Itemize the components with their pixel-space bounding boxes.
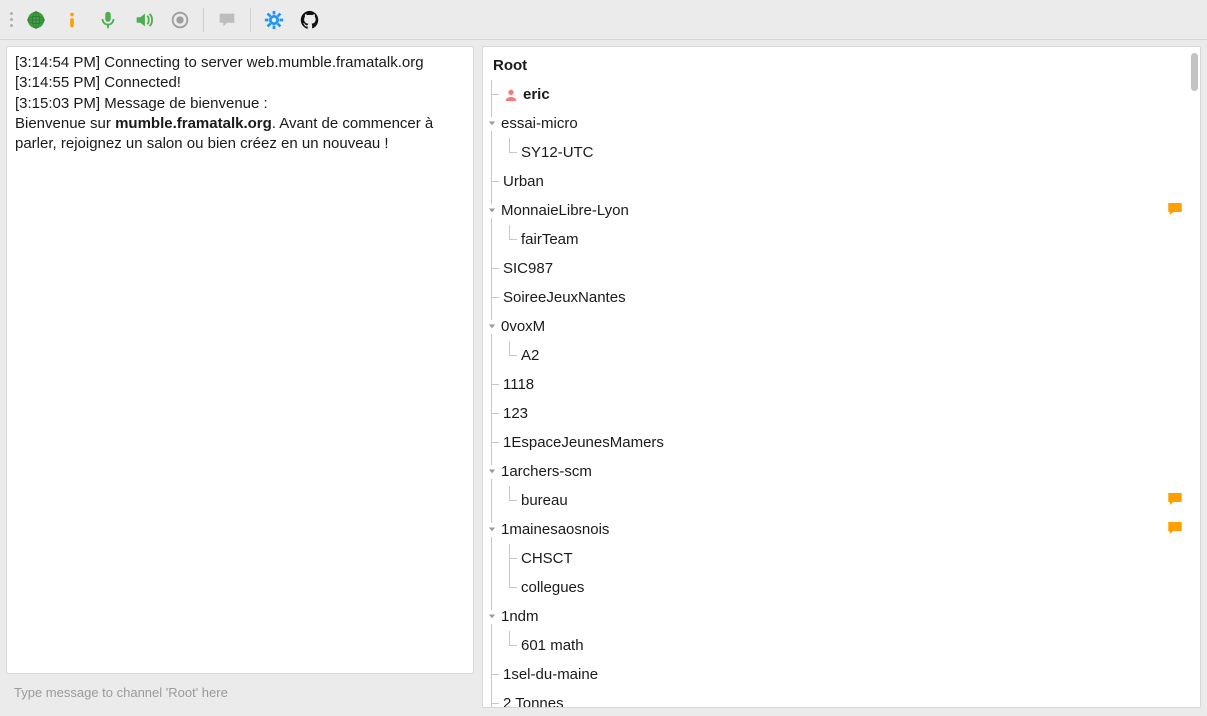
user-icon [503,87,519,103]
chat-icon[interactable] [210,3,244,37]
channel-name: A2 [521,347,1196,364]
welcome-message: Bienvenue sur mumble.framatalk.org. Avan… [15,114,465,155]
channel-tree[interactable]: Root eric essai-micro SY12-UTC Urban MonnaieL… [483,47,1200,707]
expand-arrow[interactable] [485,523,499,537]
github-icon[interactable] [293,3,327,37]
channel-name: 123 [503,405,1196,422]
tree-channel[interactable]: essai-micro [483,109,1196,138]
log-line: [3:15:03 PM] Message de bienvenue : [15,94,465,114]
expand-arrow[interactable] [485,204,499,218]
tree-channel[interactable]: 1ndm [483,602,1196,631]
tree-channel[interactable]: 2 Tonnes [483,689,1196,707]
channel-name: SoireeJeuxNantes [503,289,1196,306]
channel-name: essai-micro [501,115,1196,132]
message-input[interactable] [12,684,468,701]
expand-arrow[interactable] [485,117,499,131]
tree-channel[interactable]: 1archers-scm [483,457,1196,486]
toolbar-separator [250,8,251,32]
channel-root[interactable]: Root [483,51,1196,80]
channel-name: 1archers-scm [501,463,1196,480]
tree-user[interactable]: eric [483,80,1196,109]
tree-channel[interactable]: SIC987 [483,254,1196,283]
channel-name: fairTeam [521,231,1196,248]
expand-arrow[interactable] [485,465,499,479]
message-input-wrapper [6,680,474,708]
channel-name: CHSCT [521,550,1196,567]
info-icon[interactable] [55,3,89,37]
main-split: [3:14:54 PM] Connecting to server web.mu… [0,40,1207,716]
tree-channel[interactable]: A2 [483,341,1196,370]
expand-arrow[interactable] [485,320,499,334]
tree-channel[interactable]: 0voxM [483,312,1196,341]
log-timestamp: [3:14:55 PM] [15,74,100,91]
tree-channel[interactable]: 1sel-du-maine [483,660,1196,689]
channel-name: 1ndm [501,608,1196,625]
tree-channel[interactable]: 601 math [483,631,1196,660]
channel-name: Urban [503,173,1196,190]
channel-name: 2 Tonnes [503,695,1196,707]
channel-name: collegues [521,579,1196,596]
channel-name: SY12-UTC [521,144,1196,161]
record-icon[interactable] [163,3,197,37]
channel-name: 601 math [521,637,1196,654]
welcome-host: mumble.framatalk.org [115,115,272,132]
log-line: [3:14:54 PM] Connecting to server web.mu… [15,53,465,73]
log-text: Connecting to server web.mumble.framatal… [100,54,423,71]
log-timestamp: [3:15:03 PM] [15,95,100,112]
channel-name: 0voxM [501,318,1196,335]
channel-name: 1sel-du-maine [503,666,1196,683]
mic-icon[interactable] [91,3,125,37]
log-panel: [3:14:54 PM] Connecting to server web.mu… [6,46,474,674]
tree-channel[interactable]: CHSCT [483,544,1196,573]
tree-channel[interactable]: collegues [483,573,1196,602]
channel-panel: Root eric essai-micro SY12-UTC Urban MonnaieL… [482,46,1201,708]
comment-icon[interactable] [1166,490,1184,512]
toolbar-handle[interactable] [6,12,17,27]
welcome-pre: Bienvenue sur [15,115,115,132]
tree-channel[interactable]: SY12-UTC [483,138,1196,167]
tree-channel[interactable]: 1118 [483,370,1196,399]
speaker-icon[interactable] [127,3,161,37]
user-name: eric [523,86,1196,103]
log-line: [3:14:55 PM] Connected! [15,73,465,93]
left-column: [3:14:54 PM] Connecting to server web.mu… [6,46,474,708]
toolbar-separator [203,8,204,32]
tree-channel[interactable]: SoireeJeuxNantes [483,283,1196,312]
channel-name: 1118 [503,376,1196,393]
toolbar [0,0,1207,40]
comment-icon[interactable] [1166,200,1184,222]
channel-name: SIC987 [503,260,1196,277]
tree-channel[interactable]: 1EspaceJeunesMamers [483,428,1196,457]
channel-name: 1EspaceJeunesMamers [503,434,1196,451]
log-text: Connected! [100,74,181,91]
comment-icon[interactable] [1166,519,1184,541]
channel-name: MonnaieLibre-Lyon [501,202,1166,219]
log-text: Message de bienvenue : [100,95,268,112]
tree-channel[interactable]: Urban [483,167,1196,196]
expand-arrow[interactable] [485,610,499,624]
gear-icon[interactable] [257,3,291,37]
tree-channel[interactable]: fairTeam [483,225,1196,254]
tree-channel[interactable]: MonnaieLibre-Lyon [483,196,1196,225]
tree-channel[interactable]: bureau [483,486,1196,515]
tree-channel[interactable]: 1mainesaosnois [483,515,1196,544]
channel-name: bureau [521,492,1166,509]
channel-name: 1mainesaosnois [501,521,1166,538]
globe-icon[interactable] [19,3,53,37]
channel-name: Root [493,57,1196,74]
tree-channel[interactable]: 123 [483,399,1196,428]
log-timestamp: [3:14:54 PM] [15,54,100,71]
